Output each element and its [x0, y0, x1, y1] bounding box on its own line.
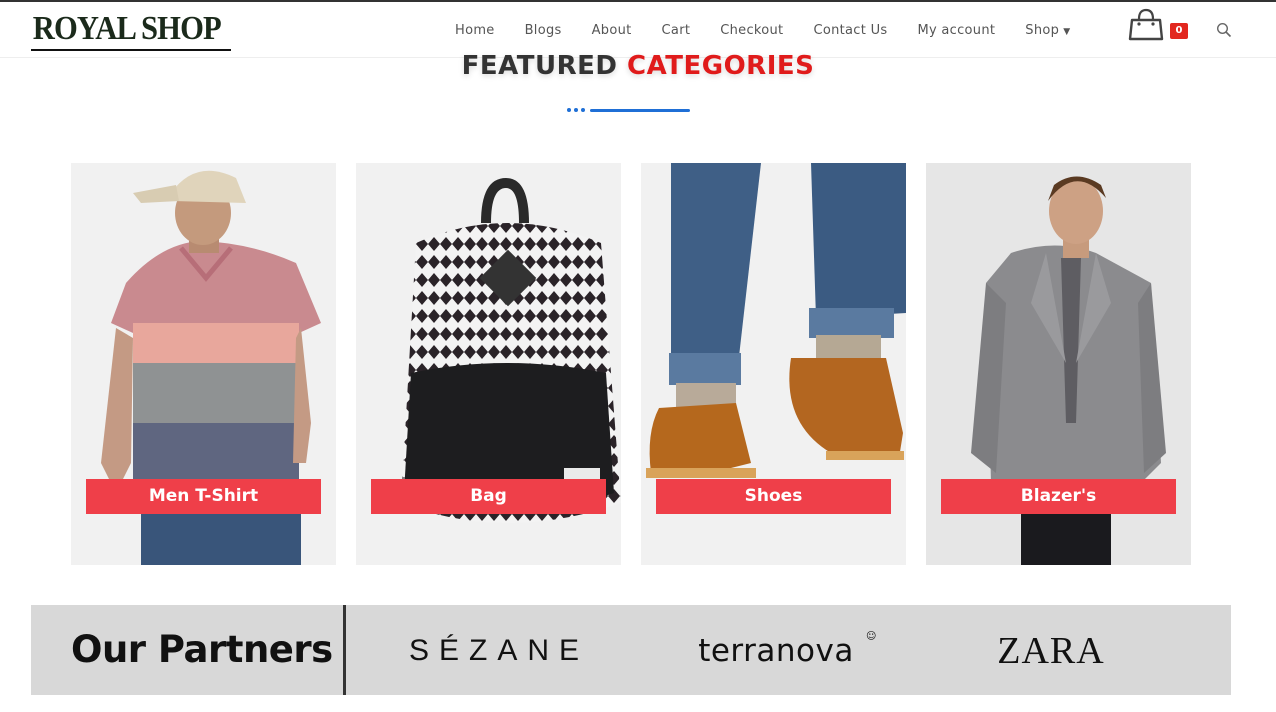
nav-about[interactable]: About: [577, 23, 647, 38]
featured-categories-title: FEATURED CATEGORIES: [0, 51, 1276, 81]
site-logo[interactable]: ROYAL SHOP: [31, 9, 231, 51]
site-header: ROYAL SHOP Home Blogs About Cart Checkou…: [0, 2, 1276, 58]
cart-count-badge: 0: [1170, 23, 1188, 39]
trademark-icon: ☺: [866, 631, 877, 642]
nav-my-account[interactable]: My account: [902, 23, 1010, 38]
title-part-categories: CATEGORIES: [627, 51, 815, 81]
category-label[interactable]: Bag: [371, 479, 606, 514]
shopping-bag-icon: [1128, 8, 1164, 41]
nav-blogs[interactable]: Blogs: [510, 23, 577, 38]
category-label[interactable]: Shoes: [656, 479, 891, 514]
nav-cart[interactable]: Cart: [647, 23, 706, 38]
nav-shop[interactable]: Shop ▼: [1010, 23, 1085, 38]
brand-logo-sezane[interactable]: SÉZANE: [409, 605, 579, 695]
logo-text: ROYAL SHOP: [32, 10, 222, 47]
cart-button[interactable]: [1128, 7, 1164, 43]
category-card-blazers[interactable]: Blazer's: [926, 163, 1191, 565]
main-nav: Home Blogs About Cart Checkout Contact U…: [440, 2, 1085, 58]
nav-checkout[interactable]: Checkout: [705, 23, 798, 38]
partners-title: Our Partners: [71, 628, 333, 671]
nav-shop-label: Shop: [1025, 22, 1060, 38]
nav-home[interactable]: Home: [440, 23, 510, 38]
brand-logo-zara[interactable]: ZARA: [991, 605, 1111, 695]
title-part-featured: FEATURED: [461, 51, 618, 81]
brand-logo-terranova[interactable]: terranova: [671, 605, 881, 695]
category-label[interactable]: Men T-Shirt: [86, 479, 321, 514]
category-card-shoes[interactable]: Shoes: [641, 163, 906, 565]
search-button[interactable]: [1216, 22, 1232, 38]
category-card-men-tshirt[interactable]: Men T-Shirt: [71, 163, 336, 565]
category-label[interactable]: Blazer's: [941, 479, 1176, 514]
chevron-down-icon: ▼: [1063, 26, 1071, 37]
partners-banner: Our Partners SÉZANE terranova ☺ ZARA: [31, 605, 1231, 695]
nav-contact-us[interactable]: Contact Us: [798, 23, 902, 38]
title-underline-decoration: [567, 107, 690, 113]
category-card-bag[interactable]: Bag: [356, 163, 621, 565]
partners-divider: [343, 605, 346, 695]
search-icon: [1216, 22, 1232, 38]
